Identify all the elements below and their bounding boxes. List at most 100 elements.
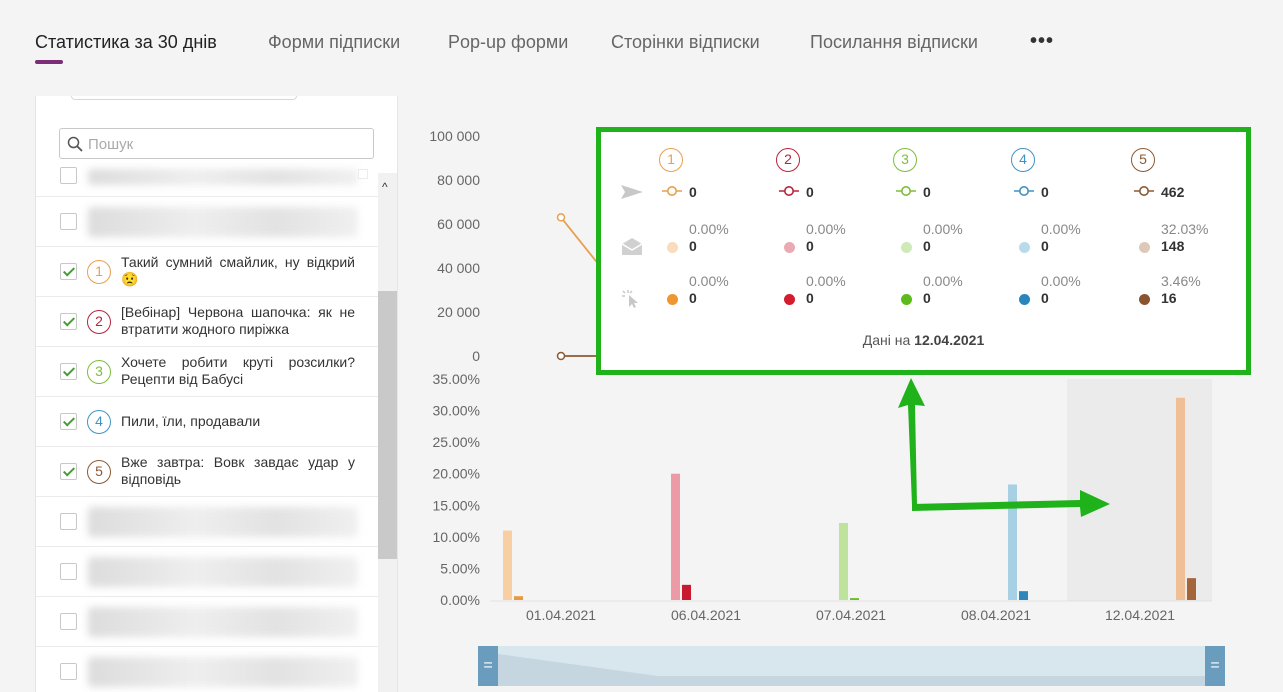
y-tick-label: 35.00% bbox=[433, 371, 480, 387]
click-rate: 0.00% bbox=[689, 273, 729, 289]
list-item[interactable]: 1 Такий сумний смайлик, ну відкрий 😟 bbox=[36, 247, 378, 297]
campaign-name: Такий сумний смайлик, ну відкрий 😟 bbox=[121, 254, 355, 287]
navigator-left-handle[interactable]: = bbox=[478, 646, 498, 686]
sent-count: 0 bbox=[806, 184, 814, 200]
tab-bar: Статистика за 30 днів Форми підписки Pop… bbox=[0, 0, 1283, 80]
navigator-preview bbox=[498, 654, 1205, 686]
y-tick-label: 80 000 bbox=[437, 172, 480, 188]
list-item[interactable] bbox=[36, 647, 378, 692]
y-tick-label: 25.00% bbox=[433, 434, 480, 450]
line-marker-icon bbox=[1014, 186, 1034, 196]
line-point bbox=[556, 213, 566, 222]
campaign-name: [Вебінар] Червона шапочка: як не втратит… bbox=[121, 304, 355, 337]
series-line bbox=[560, 216, 602, 268]
list-item[interactable]: 4 Пили, їли, продавали bbox=[36, 397, 378, 447]
click-count: 0 bbox=[806, 290, 814, 306]
annotation-arrows bbox=[898, 378, 1110, 517]
y-tick-label: 5.00% bbox=[440, 560, 480, 576]
open-count: 0 bbox=[806, 238, 814, 254]
list-item[interactable] bbox=[36, 497, 378, 547]
click-rate-bar bbox=[514, 596, 523, 600]
series-number-badge: 3 bbox=[893, 148, 917, 172]
open-count: 0 bbox=[923, 238, 931, 254]
tab-subscription-forms[interactable]: Форми підписки bbox=[268, 32, 400, 53]
checkbox[interactable] bbox=[60, 563, 77, 580]
list-item[interactable] bbox=[36, 547, 378, 597]
more-tabs-button[interactable]: ••• bbox=[1030, 30, 1054, 53]
chart-tooltip: 1 0 0.00% 0 0.00% 0 2 0 0.00% 0 0.00% 0 3 0 0.00% 0 0.00… bbox=[596, 127, 1251, 375]
opened-envelope-icon bbox=[621, 238, 643, 255]
blurred-campaign-name bbox=[88, 507, 358, 537]
y-tick-label: 40 000 bbox=[437, 260, 480, 276]
click-rate-bar bbox=[682, 584, 691, 600]
checkbox-checked[interactable] bbox=[60, 463, 77, 480]
tab-popup-forms[interactable]: Pop-up форми bbox=[448, 32, 568, 53]
search-box bbox=[59, 128, 374, 159]
list-item[interactable]: 5 Вже завтра: Вовк завдає удар у відпові… bbox=[36, 447, 378, 497]
x-tick-label: 01.04.2021 bbox=[526, 607, 596, 623]
x-tick-label: 06.04.2021 bbox=[671, 607, 741, 623]
tooltip-footer: Дані на 12.04.2021 bbox=[601, 332, 1246, 348]
range-navigator[interactable] bbox=[478, 646, 1225, 686]
blurred-campaign-name bbox=[88, 169, 358, 185]
line-marker-icon bbox=[779, 186, 799, 196]
y-tick-label: 20 000 bbox=[437, 304, 480, 320]
navigator-right-handle[interactable]: = bbox=[1205, 646, 1225, 686]
scrollbar-thumb[interactable] bbox=[378, 291, 397, 559]
blurred-campaign-name bbox=[88, 207, 358, 237]
list-item[interactable]: 3 Хочете робити круті розсилки? Рецепти … bbox=[36, 347, 378, 397]
blurred-campaign-name bbox=[88, 657, 358, 687]
x-tick-label: 08.04.2021 bbox=[961, 607, 1031, 623]
y-tick-label: 15.00% bbox=[433, 497, 480, 513]
y-tick-label: 10.00% bbox=[433, 529, 480, 545]
active-tab-indicator bbox=[35, 60, 63, 64]
checkbox[interactable] bbox=[60, 613, 77, 630]
open-dot bbox=[1019, 242, 1030, 253]
checkbox-checked[interactable] bbox=[60, 263, 77, 280]
line-point bbox=[556, 351, 566, 361]
y-tick-label: 30.00% bbox=[433, 403, 480, 419]
series-number-badge: 5 bbox=[87, 460, 111, 484]
checkbox-checked[interactable] bbox=[60, 413, 77, 430]
series-number-badge: 1 bbox=[659, 148, 683, 172]
campaign-sidebar: 1 Такий сумний смайлик, ну відкрий 😟 2 [… bbox=[35, 96, 398, 692]
open-dot bbox=[667, 242, 678, 253]
y-tick-label: 0 bbox=[472, 348, 480, 364]
checkbox-checked[interactable] bbox=[60, 313, 77, 330]
tab-unsubscribe-links[interactable]: Посилання відписки bbox=[810, 32, 978, 53]
checkbox-checked[interactable] bbox=[60, 363, 77, 380]
open-dot bbox=[1139, 242, 1150, 253]
click-rate-bar bbox=[1019, 591, 1028, 600]
blurred-campaign-name bbox=[88, 607, 358, 637]
tab-unsubscribe-pages[interactable]: Сторінки відписки bbox=[611, 32, 760, 53]
checkbox[interactable] bbox=[60, 663, 77, 680]
checkbox[interactable] bbox=[60, 167, 77, 184]
checkbox[interactable] bbox=[60, 213, 77, 230]
click-rate: 0.00% bbox=[806, 273, 846, 289]
scroll-corner bbox=[358, 169, 368, 179]
open-rate-bar bbox=[503, 530, 512, 600]
line-marker-icon bbox=[896, 186, 916, 196]
list-item[interactable]: 2 [Вебінар] Червона шапочка: як не втрат… bbox=[36, 297, 378, 347]
list-item[interactable] bbox=[36, 167, 378, 197]
click-dot bbox=[1019, 294, 1030, 305]
click-count: 0 bbox=[689, 290, 697, 306]
y-tick-label: 0.00% bbox=[440, 592, 480, 608]
list-item[interactable] bbox=[36, 197, 378, 247]
search-input[interactable] bbox=[88, 133, 358, 155]
tab-stats-30-days[interactable]: Статистика за 30 днів bbox=[35, 32, 217, 53]
y-tick-label: 100 000 bbox=[429, 128, 480, 144]
list-item[interactable] bbox=[36, 597, 378, 647]
open-rate: 0.00% bbox=[1041, 221, 1081, 237]
scroll-up-icon[interactable]: ^ bbox=[382, 180, 388, 194]
filter-select[interactable] bbox=[71, 96, 297, 100]
checkbox[interactable] bbox=[60, 513, 77, 530]
open-dot bbox=[784, 242, 795, 253]
y-tick-label: 60 000 bbox=[437, 216, 480, 232]
campaign-name: Вже завтра: Вовк завдає удар у відповідь bbox=[121, 454, 355, 487]
open-dot bbox=[901, 242, 912, 253]
x-tick-label: 07.04.2021 bbox=[816, 607, 886, 623]
footer-prefix: Дані на bbox=[862, 332, 915, 348]
sent-icon bbox=[621, 185, 643, 199]
y-tick-label: 20.00% bbox=[433, 466, 480, 482]
